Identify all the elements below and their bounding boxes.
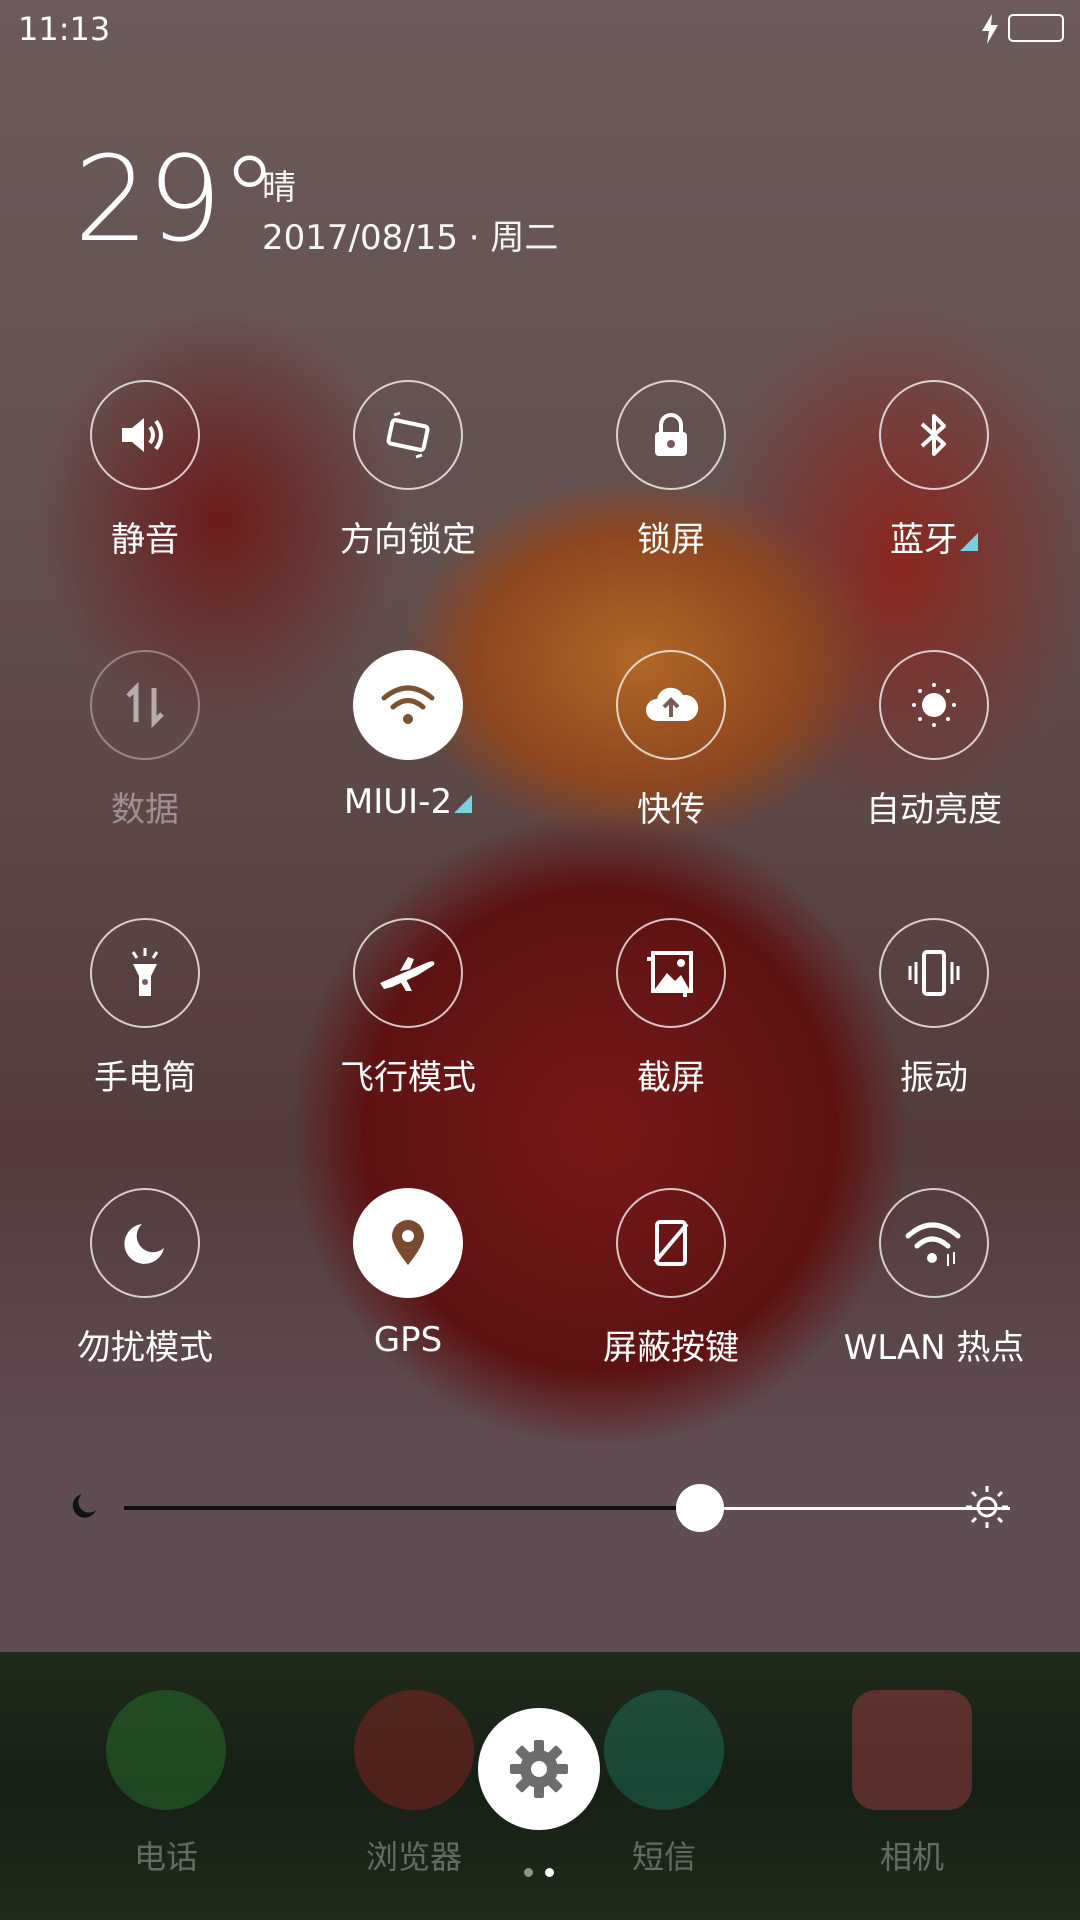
- dock-app-label: 相机: [879, 1838, 944, 1876]
- toggle-label: 飞行模式: [340, 1058, 476, 1098]
- speaker-icon: [122, 418, 163, 452]
- toggle-flashlight-button[interactable]: [90, 918, 200, 1028]
- toggle-wifi-button[interactable]: [353, 650, 463, 760]
- page-dot: [545, 1868, 554, 1877]
- flashlight-icon: [131, 948, 159, 996]
- brightness-slider-thumb[interactable]: [675, 1484, 724, 1532]
- dock-app-label: 浏览器: [365, 1838, 462, 1876]
- toggle-rotation-lock-button[interactable]: [353, 380, 463, 490]
- toggle-label: 数据: [111, 790, 179, 830]
- auto-brightness-icon: [912, 683, 956, 727]
- toggle-wlan-hotspot-button[interactable]: [879, 1188, 989, 1298]
- brightness-low-icon: [70, 1492, 98, 1524]
- browser-icon: [354, 1690, 474, 1810]
- toggle-label: 自动亮度: [866, 790, 1002, 830]
- toggle-gps[interactable]: GPS: [288, 1188, 528, 1360]
- toggle-label: MIUI-2: [288, 782, 528, 822]
- toggle-auto-brightness[interactable]: 自动亮度: [814, 650, 1054, 831]
- weather-date: 2017/08/15 · 周二: [262, 218, 559, 258]
- airplane-icon: [380, 957, 435, 991]
- toggle-bluetooth-button[interactable]: [879, 380, 989, 490]
- toggle-silent[interactable]: 静音: [25, 380, 265, 561]
- toggle-screenshot[interactable]: 截屏: [551, 918, 791, 1099]
- toggle-gps-button[interactable]: [353, 1188, 463, 1298]
- toggle-label: WLAN 热点: [843, 1328, 1025, 1368]
- vibrate-icon: [908, 950, 960, 996]
- settings-button[interactable]: [478, 1708, 600, 1830]
- toggle-airplane[interactable]: 飞行模式: [288, 918, 528, 1099]
- hotspot-icon: [905, 1222, 961, 1266]
- toggle-block-keys[interactable]: 屏蔽按键: [551, 1188, 791, 1369]
- toggle-quick-transfer[interactable]: 快传: [551, 650, 791, 831]
- dock-app-phone[interactable]: 电话: [66, 1690, 266, 1878]
- sms-icon: [604, 1690, 724, 1810]
- status-bar: 11:13: [0, 0, 1080, 60]
- gear-icon: [510, 1740, 568, 1798]
- status-time: 11:13: [18, 10, 111, 48]
- toggle-screenshot-button[interactable]: [616, 918, 726, 1028]
- toggle-silent-button[interactable]: [90, 380, 200, 490]
- toggle-lock-screen-button[interactable]: [616, 380, 726, 490]
- page-dot: [524, 1868, 533, 1877]
- dock-app-label: 电话: [133, 1838, 198, 1876]
- screenshot-icon: [647, 951, 693, 997]
- toggle-label: 屏蔽按键: [603, 1328, 739, 1368]
- rotation-lock-icon: [386, 411, 430, 459]
- charging-bolt-icon: [980, 14, 1000, 48]
- toggle-label: 方向锁定: [340, 520, 476, 560]
- weather-temperature: 29°: [74, 130, 279, 268]
- toggle-vibrate-button[interactable]: [879, 918, 989, 1028]
- weather-condition: 晴: [262, 168, 296, 208]
- location-pin-icon: [392, 1220, 424, 1265]
- phone-icon: [106, 1690, 226, 1810]
- brightness-high-icon: [964, 1484, 1010, 1534]
- toggle-wlan-hotspot[interactable]: WLAN 热点: [814, 1188, 1054, 1369]
- toggle-do-not-disturb-button[interactable]: [90, 1188, 200, 1298]
- wifi-icon: [381, 685, 435, 724]
- battery-icon: [1008, 14, 1064, 42]
- toggle-label: 锁屏: [637, 520, 705, 560]
- cloud-upload-icon: [646, 687, 699, 721]
- brightness-track-filled: [124, 1506, 700, 1510]
- toggle-bluetooth[interactable]: 蓝牙: [814, 380, 1054, 561]
- page-indicator: [524, 1862, 566, 1881]
- toggle-flashlight[interactable]: 手电筒: [25, 918, 265, 1099]
- toggle-lock-screen[interactable]: 锁屏: [551, 380, 791, 561]
- bluetooth-icon: [920, 414, 946, 456]
- toggle-mobile-data[interactable]: 数据: [25, 650, 265, 831]
- toggle-label: 勿扰模式: [77, 1328, 213, 1368]
- expand-triangle-icon: [454, 795, 473, 813]
- expand-triangle-icon: [960, 533, 978, 551]
- dock-app-label: 短信: [631, 1838, 696, 1876]
- dock-app-camera[interactable]: 相机: [812, 1690, 1012, 1878]
- toggle-label: 截屏: [637, 1058, 705, 1098]
- toggle-label: 静音: [111, 520, 179, 560]
- block-keys-icon: [653, 1220, 689, 1266]
- toggle-label: GPS: [373, 1320, 443, 1360]
- toggle-rotation-lock[interactable]: 方向锁定: [288, 380, 528, 561]
- brightness-slider[interactable]: [70, 1480, 1010, 1536]
- mobile-data-icon: [126, 682, 164, 728]
- toggle-vibrate[interactable]: 振动: [814, 918, 1054, 1099]
- toggle-label: 快传: [637, 790, 705, 830]
- moon-icon: [124, 1224, 164, 1264]
- toggle-quick-transfer-button[interactable]: [616, 650, 726, 760]
- toggle-mobile-data-button[interactable]: [90, 650, 200, 760]
- toggle-do-not-disturb[interactable]: 勿扰模式: [25, 1188, 265, 1369]
- toggle-airplane-button[interactable]: [353, 918, 463, 1028]
- toggle-block-keys-button[interactable]: [616, 1188, 726, 1298]
- toggle-label: 蓝牙: [814, 512, 1054, 561]
- lock-icon: [655, 413, 687, 456]
- toggle-label: 振动: [900, 1058, 968, 1098]
- toggle-auto-brightness-button[interactable]: [879, 650, 989, 760]
- toggle-label: 手电筒: [94, 1058, 196, 1098]
- camera-icon: [852, 1690, 972, 1810]
- toggle-wifi[interactable]: MIUI-2: [288, 650, 528, 822]
